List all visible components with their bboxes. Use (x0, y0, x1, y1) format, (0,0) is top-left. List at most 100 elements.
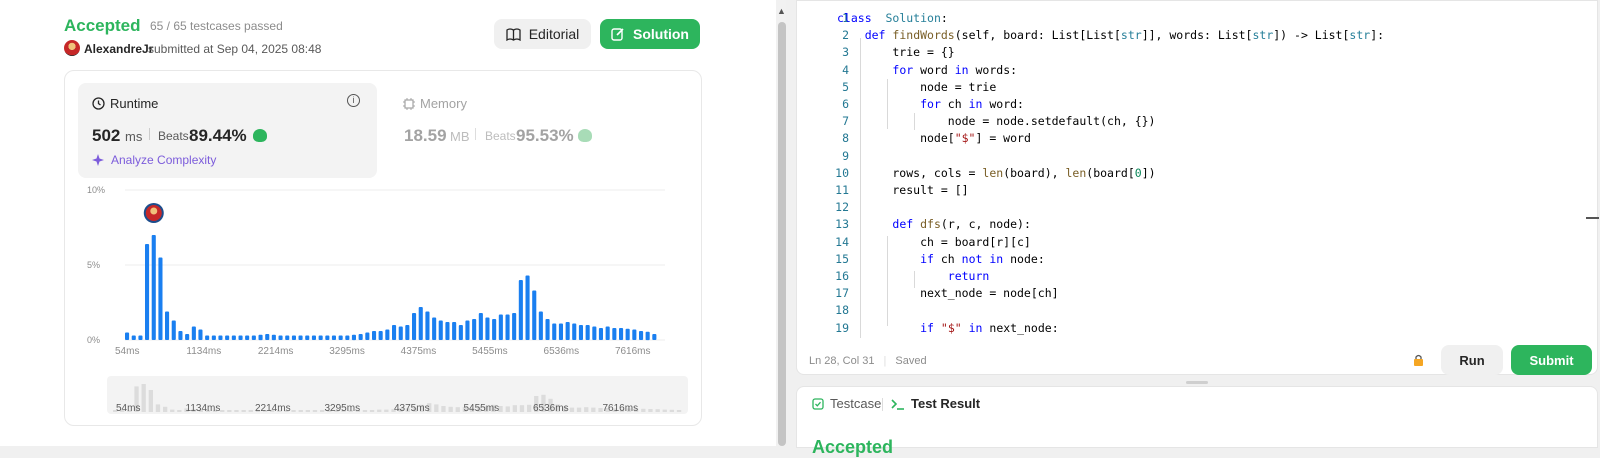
your-submission-marker[interactable] (143, 203, 164, 223)
chart-bar[interactable] (392, 325, 397, 340)
chart-bar[interactable] (131, 335, 136, 341)
code-line[interactable]: next_node = node[ch] (837, 286, 1058, 303)
chart-bar[interactable] (398, 326, 403, 341)
chart-bar[interactable] (652, 334, 657, 340)
chart-bar[interactable] (585, 325, 590, 340)
chart-bar[interactable] (331, 335, 336, 341)
chart-bar[interactable] (552, 323, 557, 341)
chart-bar[interactable] (245, 335, 250, 341)
chart-bar[interactable] (258, 334, 263, 341)
chart-bar[interactable] (645, 331, 650, 341)
chart-bar[interactable] (205, 335, 210, 341)
code-line[interactable]: class Solution: (837, 11, 948, 28)
chart-bar[interactable] (325, 335, 330, 341)
memory-label[interactable]: Memory (403, 96, 467, 111)
chart-bar[interactable] (512, 313, 517, 340)
author-name[interactable]: AlexandreJr (84, 42, 153, 56)
chart-bar[interactable] (185, 334, 190, 340)
code-line[interactable]: node["$"] = word (837, 131, 1031, 148)
chart-bar[interactable] (211, 335, 216, 341)
code-line[interactable]: for ch in word: (837, 97, 1024, 114)
chart-bar[interactable] (592, 326, 597, 341)
code-line[interactable]: rows, cols = len(board), len(board[0]) (837, 166, 1155, 183)
chart-bar[interactable] (305, 335, 310, 341)
chart-bar[interactable] (619, 328, 624, 340)
chart-bar[interactable] (478, 313, 483, 340)
chart-bar[interactable] (438, 320, 443, 341)
chart-bar[interactable] (145, 244, 150, 340)
chart-bar[interactable] (165, 311, 170, 341)
chart-bar[interactable] (191, 326, 196, 341)
chart-bar[interactable] (311, 335, 316, 341)
chart-bar[interactable] (492, 319, 497, 340)
chart-bar[interactable] (485, 317, 490, 341)
chart-bar[interactable] (532, 290, 537, 341)
chart-bar[interactable] (639, 331, 644, 340)
editorial-button[interactable]: Editorial (494, 19, 591, 49)
chart-bar[interactable] (518, 280, 523, 340)
chart-bar[interactable] (458, 325, 463, 340)
chart-bar[interactable] (558, 323, 563, 341)
chart-bar[interactable] (345, 335, 350, 341)
chart-bar[interactable] (578, 325, 583, 340)
submit-button[interactable]: Submit (1511, 345, 1592, 375)
code-line[interactable]: def dfs(r, c, node): (837, 217, 1031, 234)
chart-bar[interactable] (238, 335, 243, 341)
chart-bar[interactable] (285, 335, 290, 341)
chart-bar[interactable] (265, 334, 270, 340)
chart-bar[interactable] (472, 319, 477, 340)
code-line[interactable]: if ch not in node: (837, 252, 1045, 269)
tab-testcase[interactable]: Testcase (812, 396, 881, 411)
chart-bar[interactable] (318, 335, 323, 341)
chart-bar[interactable] (525, 275, 530, 341)
runtime-distribution-chart[interactable]: 10% 5% 0% 54ms 1134ms 2214ms 3295ms 4375ms 5455… (80, 185, 690, 360)
chart-bar[interactable] (358, 334, 363, 340)
chart-bar[interactable] (271, 334, 276, 341)
code-editor[interactable]: 1 class Solution: 2 def findWords(self, bo… (796, 0, 1598, 375)
scroll-up-arrow[interactable]: ▲ (777, 6, 786, 16)
chart-bar[interactable] (298, 335, 303, 341)
chart-bar[interactable] (338, 335, 343, 341)
lock-icon[interactable] (1412, 353, 1426, 367)
left-scrollbar-thumb[interactable] (778, 22, 786, 446)
analyze-complexity-link[interactable]: Analyze Complexity (92, 153, 216, 167)
chart-bar[interactable] (372, 331, 377, 340)
chart-bar[interactable] (218, 335, 223, 341)
chart-bar[interactable] (545, 319, 550, 340)
chart-bar[interactable] (171, 320, 176, 341)
chart-bar[interactable] (418, 307, 423, 340)
chart-bar[interactable] (505, 314, 510, 341)
chart-bar[interactable] (178, 331, 183, 340)
chart-bar[interactable] (198, 329, 203, 341)
chart-bar[interactable] (231, 335, 236, 341)
code-line[interactable]: if "$" in next_node: (837, 321, 1059, 338)
chart-bar[interactable] (452, 322, 457, 340)
code-line[interactable]: for word in words: (837, 63, 1017, 80)
chart-bar[interactable] (412, 313, 417, 340)
chart-bar[interactable] (632, 329, 637, 341)
chart-bar[interactable] (465, 320, 470, 341)
chart-bar[interactable] (151, 235, 156, 340)
chart-bar[interactable] (425, 311, 430, 341)
chart-bar[interactable] (351, 334, 356, 341)
code-line[interactable]: ch = board[r][c] (837, 235, 1031, 252)
run-button[interactable]: Run (1441, 345, 1503, 375)
panel-resize-handle[interactable] (1186, 381, 1208, 384)
code-line[interactable]: trie = {} (837, 45, 954, 62)
chart-bar[interactable] (405, 325, 410, 340)
author-avatar[interactable] (64, 40, 80, 56)
chart-bar[interactable] (158, 257, 163, 341)
chart-bar[interactable] (538, 311, 543, 341)
chart-bar[interactable] (125, 332, 130, 341)
chart-bar[interactable] (138, 335, 143, 341)
chart-bar[interactable] (365, 332, 370, 341)
chart-bar[interactable] (251, 335, 256, 341)
chart-bar[interactable] (291, 335, 296, 341)
tab-test-result[interactable]: Test Result (891, 396, 980, 411)
code-line[interactable]: node = node.setdefault(ch, {}) (837, 114, 1156, 131)
chart-bar[interactable] (612, 328, 617, 340)
chart-bar[interactable] (378, 331, 383, 340)
chart-bar[interactable] (432, 317, 437, 341)
code-line[interactable]: def findWords(self, board: List[List[str… (837, 28, 1384, 45)
chart-bar[interactable] (598, 328, 603, 340)
